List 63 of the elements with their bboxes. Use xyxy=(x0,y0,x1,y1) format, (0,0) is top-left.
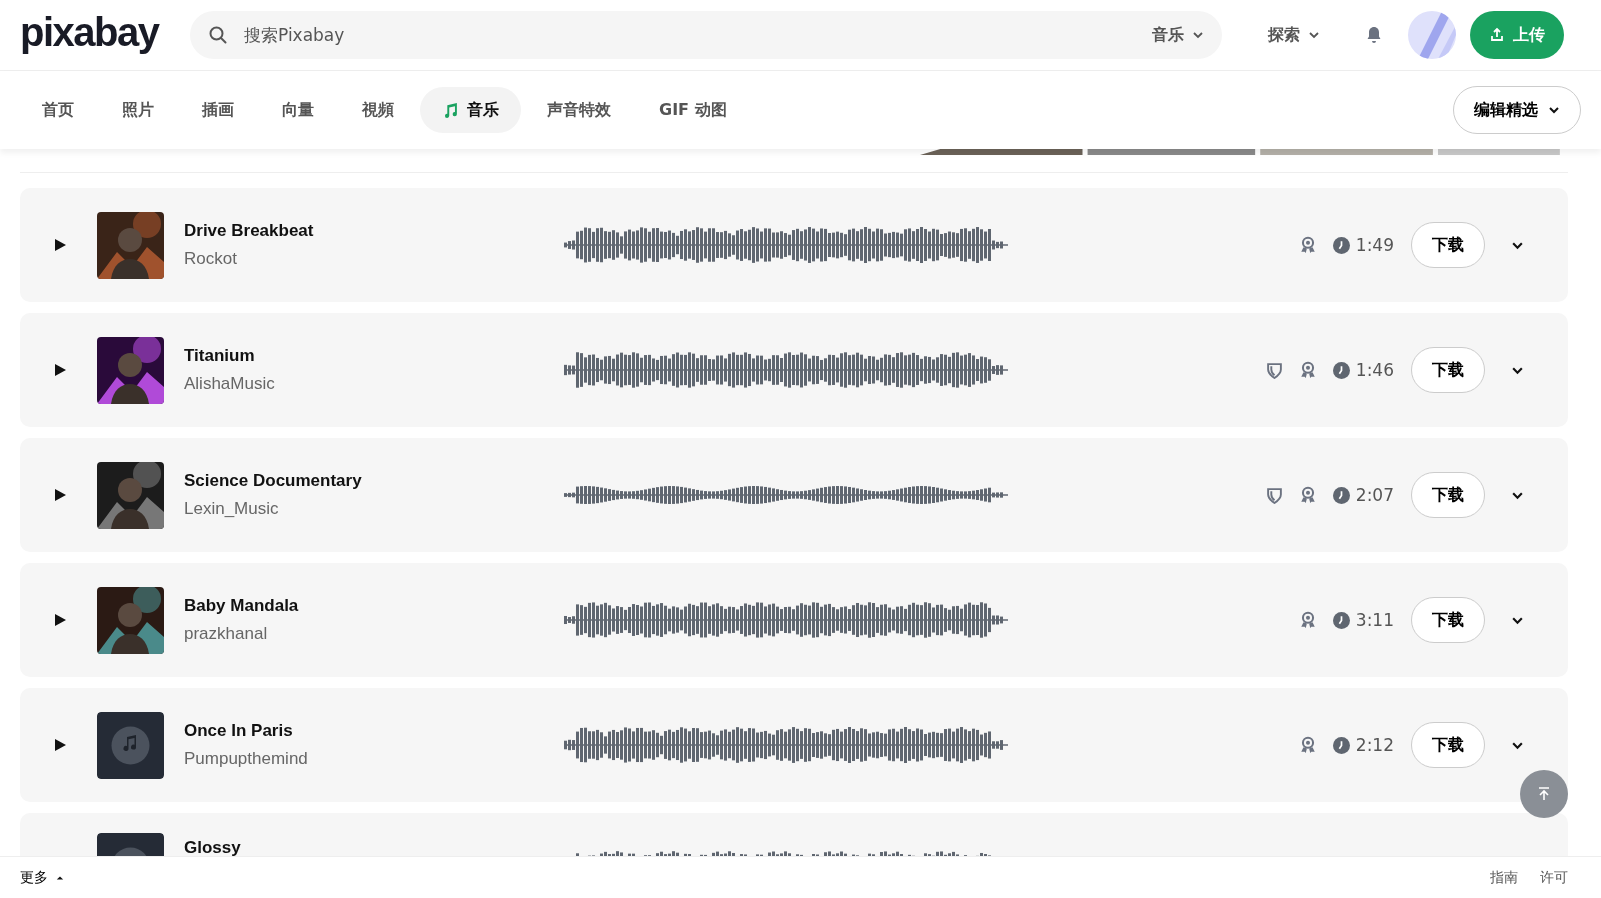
category-tab[interactable]: 首页 xyxy=(20,87,96,133)
category-tab[interactable]: 声音特效 xyxy=(525,87,633,133)
track-title[interactable]: Science Documentary xyxy=(184,471,564,491)
search-field[interactable]: 搜索Pixabay 音乐 xyxy=(190,11,1222,59)
clock-icon xyxy=(1332,236,1350,254)
clock-icon xyxy=(1332,736,1350,754)
waveform[interactable] xyxy=(564,225,1008,265)
award-icon xyxy=(1298,486,1317,504)
track-duration: 2:12 xyxy=(1355,735,1394,755)
download-button[interactable]: 下载 xyxy=(1411,222,1485,268)
category-tab[interactable]: GIF 动图 xyxy=(637,87,749,133)
artist-name[interactable]: Lexin_Music xyxy=(184,499,564,519)
track-duration: 3:11 xyxy=(1355,610,1394,630)
scope-dropdown[interactable]: 音乐 xyxy=(1152,24,1204,46)
chevron-down-icon xyxy=(1548,104,1560,116)
footer-link[interactable]: 许可 xyxy=(1540,868,1568,887)
clock-icon xyxy=(1332,611,1350,629)
category-tab[interactable]: 照片 xyxy=(100,87,176,133)
artist-name[interactable]: Rockot xyxy=(184,249,564,269)
download-button[interactable]: 下载 xyxy=(1411,472,1485,518)
award-icon xyxy=(1298,236,1317,254)
category-tab[interactable]: 視頻 xyxy=(340,87,416,133)
artist-name[interactable]: AlishaMusic xyxy=(184,374,564,394)
music-note-thumbnail-icon xyxy=(97,711,164,779)
upload-icon xyxy=(1489,27,1505,43)
artist-name[interactable]: prazkhanal xyxy=(184,624,564,644)
play-icon[interactable] xyxy=(54,239,66,251)
download-button[interactable]: 下载 xyxy=(1411,597,1485,643)
play-icon[interactable] xyxy=(54,614,66,626)
track-title[interactable]: Drive Breakbeat xyxy=(184,221,564,241)
logo[interactable]: pixabay xyxy=(20,12,190,58)
track-title[interactable]: Baby Mandala xyxy=(184,596,564,616)
chevron-down-icon xyxy=(1308,29,1320,41)
download-button[interactable]: 下载 xyxy=(1411,347,1485,393)
chevron-down-icon xyxy=(1192,29,1204,41)
waveform[interactable] xyxy=(564,600,1008,640)
award-icon xyxy=(1298,736,1317,754)
waveform[interactable] xyxy=(564,350,1008,390)
track-duration: 1:49 xyxy=(1355,235,1394,255)
search-icon xyxy=(208,25,228,45)
category-tab[interactable]: 向量 xyxy=(260,87,336,133)
category-tab[interactable]: 音乐 xyxy=(420,87,521,133)
waveform[interactable] xyxy=(564,725,1008,765)
track-title[interactable]: Glossy xyxy=(184,838,564,856)
more-menu[interactable]: 更多 xyxy=(20,868,64,887)
explore-menu[interactable]: 探索 xyxy=(1268,24,1320,46)
play-icon[interactable] xyxy=(54,739,66,751)
track-duration: 2:07 xyxy=(1355,485,1394,505)
clock-icon xyxy=(1332,361,1350,379)
artist-name[interactable]: Pumpupthemind xyxy=(184,749,564,769)
arrow-up-icon xyxy=(1536,786,1552,802)
clock-icon xyxy=(1332,486,1350,504)
track-title[interactable]: Titanium xyxy=(184,346,564,366)
play-icon[interactable] xyxy=(54,489,66,501)
track-title[interactable]: Once In Paris xyxy=(184,721,564,741)
award-icon xyxy=(1298,361,1317,379)
download-button[interactable]: 下载 xyxy=(1411,722,1485,768)
play-icon[interactable] xyxy=(54,364,66,376)
music-note-icon xyxy=(442,101,459,119)
track-duration: 1:46 xyxy=(1355,360,1394,380)
award-icon xyxy=(1298,611,1317,629)
category-tab[interactable]: 插画 xyxy=(180,87,256,133)
footer-link[interactable]: 指南 xyxy=(1490,868,1518,887)
